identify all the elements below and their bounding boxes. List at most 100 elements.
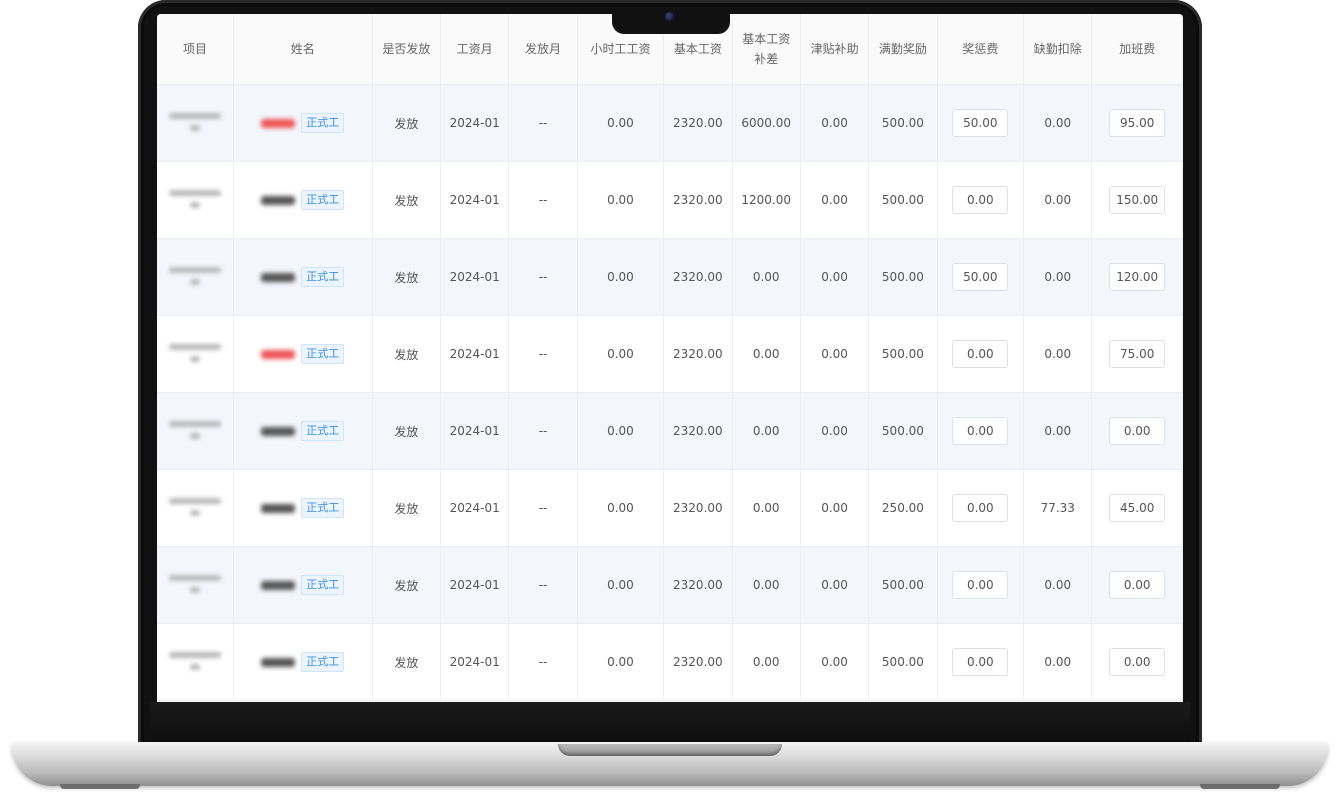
header-absence-deduction: 缺勤扣除 — [1023, 14, 1093, 85]
issued-cell: 发放 — [372, 161, 442, 239]
name-redacted — [261, 580, 296, 590]
allowance-cell: 0.00 — [800, 315, 870, 393]
pay-month-cell: 2024-01 — [440, 238, 510, 316]
header-issue-month: 发放月 — [508, 14, 578, 85]
overtime-input[interactable]: 120.00 — [1109, 263, 1166, 291]
bonus-penalty-input[interactable]: 0.00 — [952, 571, 1009, 599]
project-cell — [157, 84, 234, 162]
attendance-bonus-cell: 500.00 — [868, 392, 938, 470]
base-diff-cell: 0.00 — [732, 469, 801, 547]
issued-cell: 发放 — [372, 623, 442, 701]
bonus-penalty-input[interactable]: 0.00 — [952, 417, 1009, 445]
overtime-input[interactable]: 0.00 — [1109, 417, 1166, 445]
bonus-penalty-cell: 50.00 — [937, 84, 1025, 162]
project-cell — [157, 315, 234, 393]
base-salary-cell: 2320.00 — [663, 623, 733, 701]
hourly-wage-cell: 0.00 — [577, 84, 665, 162]
name-redacted — [261, 349, 296, 359]
bonus-penalty-input[interactable]: 0.00 — [952, 494, 1009, 522]
base-diff-cell: 0.00 — [732, 392, 801, 470]
base-salary-cell: 2320.00 — [663, 469, 733, 547]
bonus-penalty-cell: 0.00 — [937, 392, 1025, 470]
name-cell: 正式工 — [233, 623, 373, 701]
project-cell — [157, 623, 234, 701]
overtime-input[interactable]: 45.00 — [1109, 494, 1166, 522]
pay-month-cell: 2024-01 — [440, 161, 510, 239]
issue-month-cell: -- — [508, 623, 578, 701]
employee-type-tag: 正式工 — [301, 344, 345, 364]
name-redacted — [261, 195, 296, 205]
overtime-input[interactable]: 150.00 — [1109, 186, 1166, 214]
project-cell — [157, 238, 234, 316]
overtime-cell: 45.00 — [1091, 469, 1183, 547]
attendance-bonus-cell: 250.00 — [868, 469, 938, 547]
issue-month-cell: -- — [508, 84, 578, 162]
allowance-cell: 0.00 — [800, 623, 870, 701]
hourly-wage-cell: 0.00 — [577, 546, 665, 624]
name-redacted — [261, 118, 296, 128]
laptop-foot-right — [1200, 784, 1280, 789]
table-row: 正式工 发放 2024-01 -- 0.00 2320.00 0.00 0.00 500.00 0… — [157, 546, 1183, 624]
absence-deduction-cell: 0.00 — [1023, 623, 1093, 701]
issued-cell: 发放 — [372, 469, 442, 547]
base-diff-cell: 0.00 — [732, 238, 801, 316]
laptop-lid-opening — [558, 744, 782, 756]
pay-month-cell: 2024-01 — [440, 315, 510, 393]
name-cell: 正式工 — [233, 469, 373, 547]
base-salary-cell: 2320.00 — [663, 392, 733, 470]
header-overtime: 加班费 — [1091, 14, 1183, 85]
bonus-penalty-input[interactable]: 50.00 — [952, 109, 1009, 137]
overtime-cell: 150.00 — [1091, 161, 1183, 239]
overtime-input[interactable]: 95.00 — [1109, 109, 1166, 137]
hourly-wage-cell: 0.00 — [577, 392, 665, 470]
overtime-input[interactable]: 75.00 — [1109, 340, 1166, 368]
laptop-bottom-bezel — [150, 702, 1190, 744]
hourly-wage-cell: 0.00 — [577, 315, 665, 393]
project-redacted — [168, 415, 222, 445]
allowance-cell: 0.00 — [800, 546, 870, 624]
pay-month-cell: 2024-01 — [440, 392, 510, 470]
employee-type-tag: 正式工 — [301, 113, 345, 133]
pay-month-cell: 2024-01 — [440, 623, 510, 701]
header-issued: 是否发放 — [372, 14, 442, 85]
table-row: 正式工 发放 2024-01 -- 0.00 2320.00 0.00 0.00 500.00 0… — [157, 623, 1183, 701]
bonus-penalty-input[interactable]: 0.00 — [952, 648, 1009, 676]
absence-deduction-cell: 0.00 — [1023, 238, 1093, 316]
absence-deduction-cell: 0.00 — [1023, 546, 1093, 624]
issue-month-cell: -- — [508, 161, 578, 239]
overtime-input[interactable]: 0.00 — [1109, 571, 1166, 599]
bonus-penalty-cell: 0.00 — [937, 623, 1025, 701]
name-redacted — [261, 657, 296, 667]
project-redacted — [168, 107, 222, 137]
base-salary-cell: 2320.00 — [663, 84, 733, 162]
camera-icon — [665, 12, 674, 21]
project-cell — [157, 161, 234, 239]
overtime-cell: 0.00 — [1091, 623, 1183, 701]
absence-deduction-cell: 0.00 — [1023, 392, 1093, 470]
overtime-cell: 120.00 — [1091, 238, 1183, 316]
overtime-cell: 95.00 — [1091, 84, 1183, 162]
overtime-input[interactable]: 0.00 — [1109, 648, 1166, 676]
base-diff-cell: 0.00 — [732, 315, 801, 393]
employee-type-tag: 正式工 — [301, 267, 345, 287]
employee-type-tag: 正式工 — [301, 652, 345, 672]
name-redacted — [261, 503, 296, 513]
issued-cell: 发放 — [372, 315, 442, 393]
allowance-cell: 0.00 — [800, 84, 870, 162]
attendance-bonus-cell: 500.00 — [868, 238, 938, 316]
absence-deduction-cell: 0.00 — [1023, 315, 1093, 393]
employee-type-tag: 正式工 — [301, 575, 345, 595]
base-diff-cell: 6000.00 — [732, 84, 801, 162]
header-attendance-bonus: 满勤奖励 — [868, 14, 938, 85]
base-salary-cell: 2320.00 — [663, 315, 733, 393]
screen-notch — [612, 10, 730, 34]
bonus-penalty-input[interactable]: 50.00 — [952, 263, 1009, 291]
base-diff-cell: 1200.00 — [732, 161, 801, 239]
bonus-penalty-input[interactable]: 0.00 — [952, 340, 1009, 368]
project-redacted — [168, 646, 222, 676]
bonus-penalty-input[interactable]: 0.00 — [952, 186, 1009, 214]
project-redacted — [168, 184, 222, 214]
project-cell — [157, 546, 234, 624]
name-cell: 正式工 — [233, 546, 373, 624]
project-redacted — [168, 492, 222, 522]
